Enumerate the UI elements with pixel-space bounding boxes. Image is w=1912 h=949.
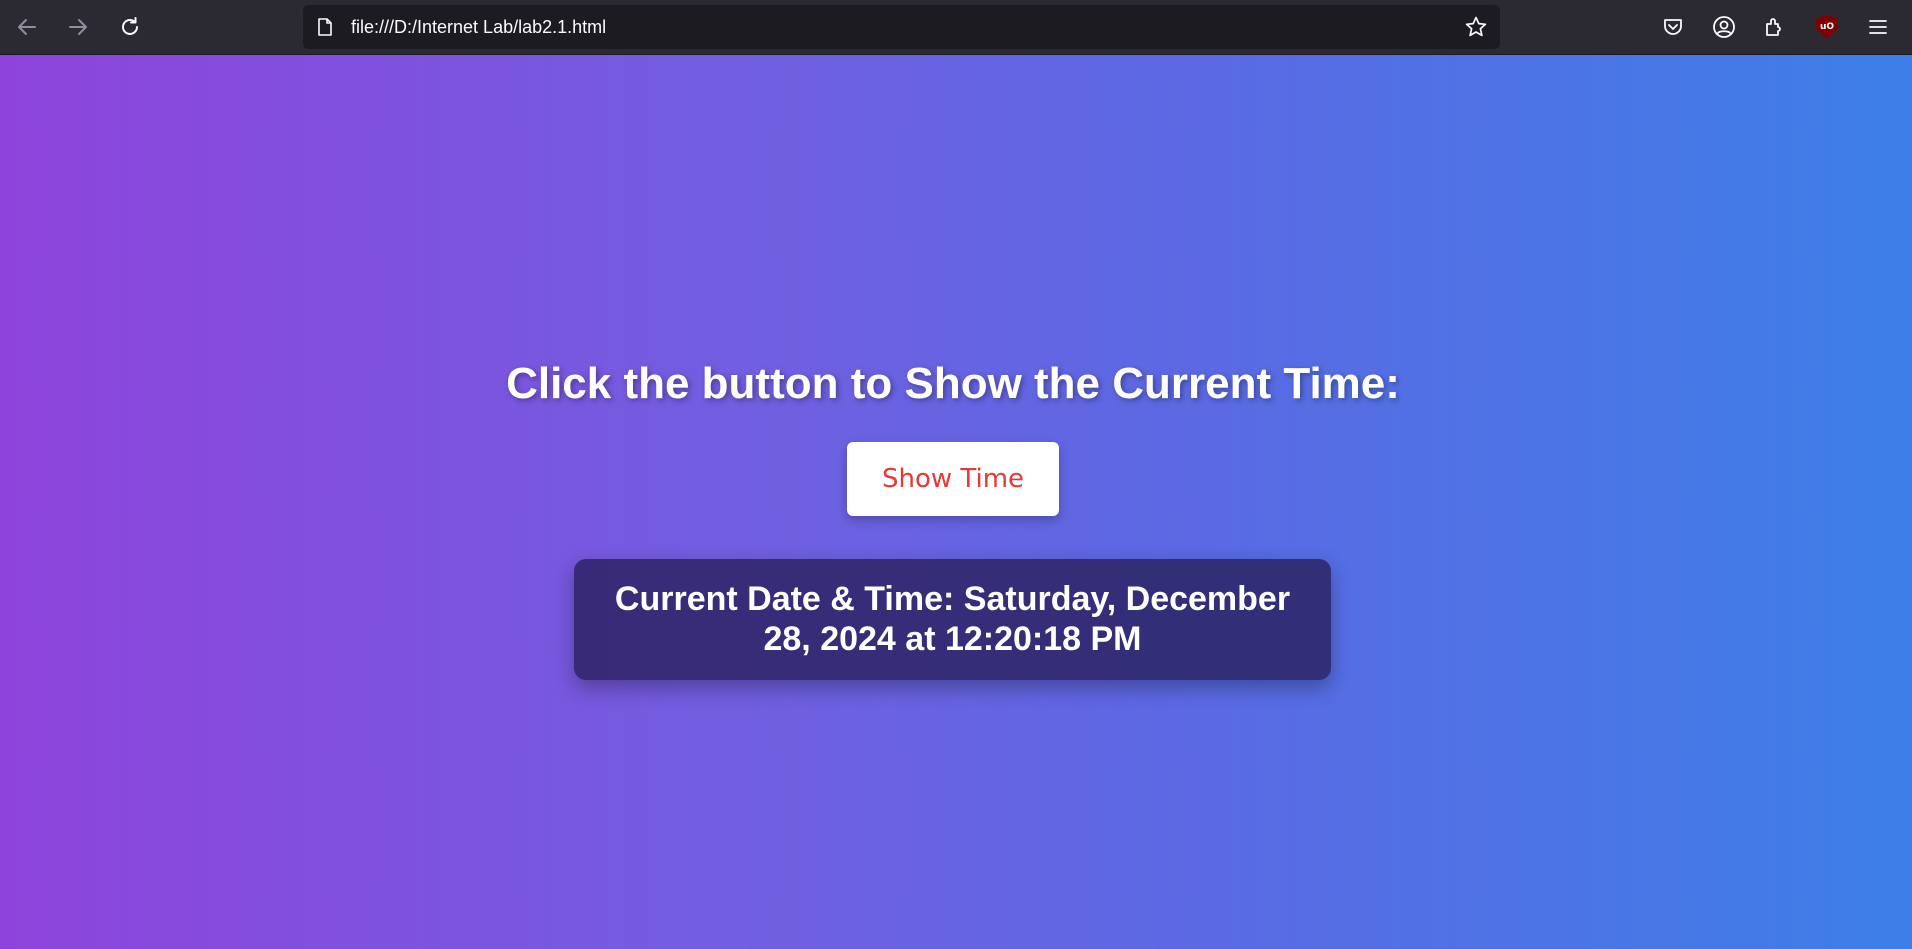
account-button[interactable] — [1705, 8, 1743, 46]
browser-toolbar: file:///D:/Internet Lab/lab2.1.html uO — [0, 0, 1912, 55]
reload-button[interactable] — [111, 8, 149, 46]
address-bar[interactable]: file:///D:/Internet Lab/lab2.1.html — [303, 5, 1500, 49]
arrow-left-icon — [18, 19, 36, 35]
time-display: Current Date & Time: Saturday, December … — [574, 559, 1331, 680]
extensions-button[interactable] — [1756, 8, 1794, 46]
bookmark-button[interactable] — [1460, 11, 1492, 43]
forward-button[interactable] — [59, 8, 97, 46]
page-content: Click the button to Show the Current Tim… — [0, 55, 1912, 949]
page-icon — [318, 18, 332, 36]
url-text[interactable]: file:///D:/Internet Lab/lab2.1.html — [351, 5, 606, 49]
puzzle-icon — [1766, 18, 1781, 36]
ublock-label: uO — [1819, 22, 1835, 32]
account-icon — [1713, 16, 1735, 38]
pocket-icon — [1664, 19, 1682, 35]
star-icon — [1465, 16, 1487, 37]
arrow-right-icon — [69, 19, 87, 35]
page-heading: Click the button to Show the Current Tim… — [506, 359, 1400, 408]
browser-window: file:///D:/Internet Lab/lab2.1.html uO C… — [0, 0, 1912, 949]
menu-button[interactable] — [1859, 8, 1897, 46]
back-button[interactable] — [8, 8, 46, 46]
ublock-button[interactable]: uO — [1808, 8, 1846, 46]
hamburger-menu-icon — [1869, 20, 1887, 34]
reload-icon — [122, 17, 138, 35]
show-time-button[interactable]: Show Time — [847, 442, 1059, 516]
pocket-button[interactable] — [1654, 8, 1692, 46]
ublock-icon: uO — [1816, 15, 1838, 39]
